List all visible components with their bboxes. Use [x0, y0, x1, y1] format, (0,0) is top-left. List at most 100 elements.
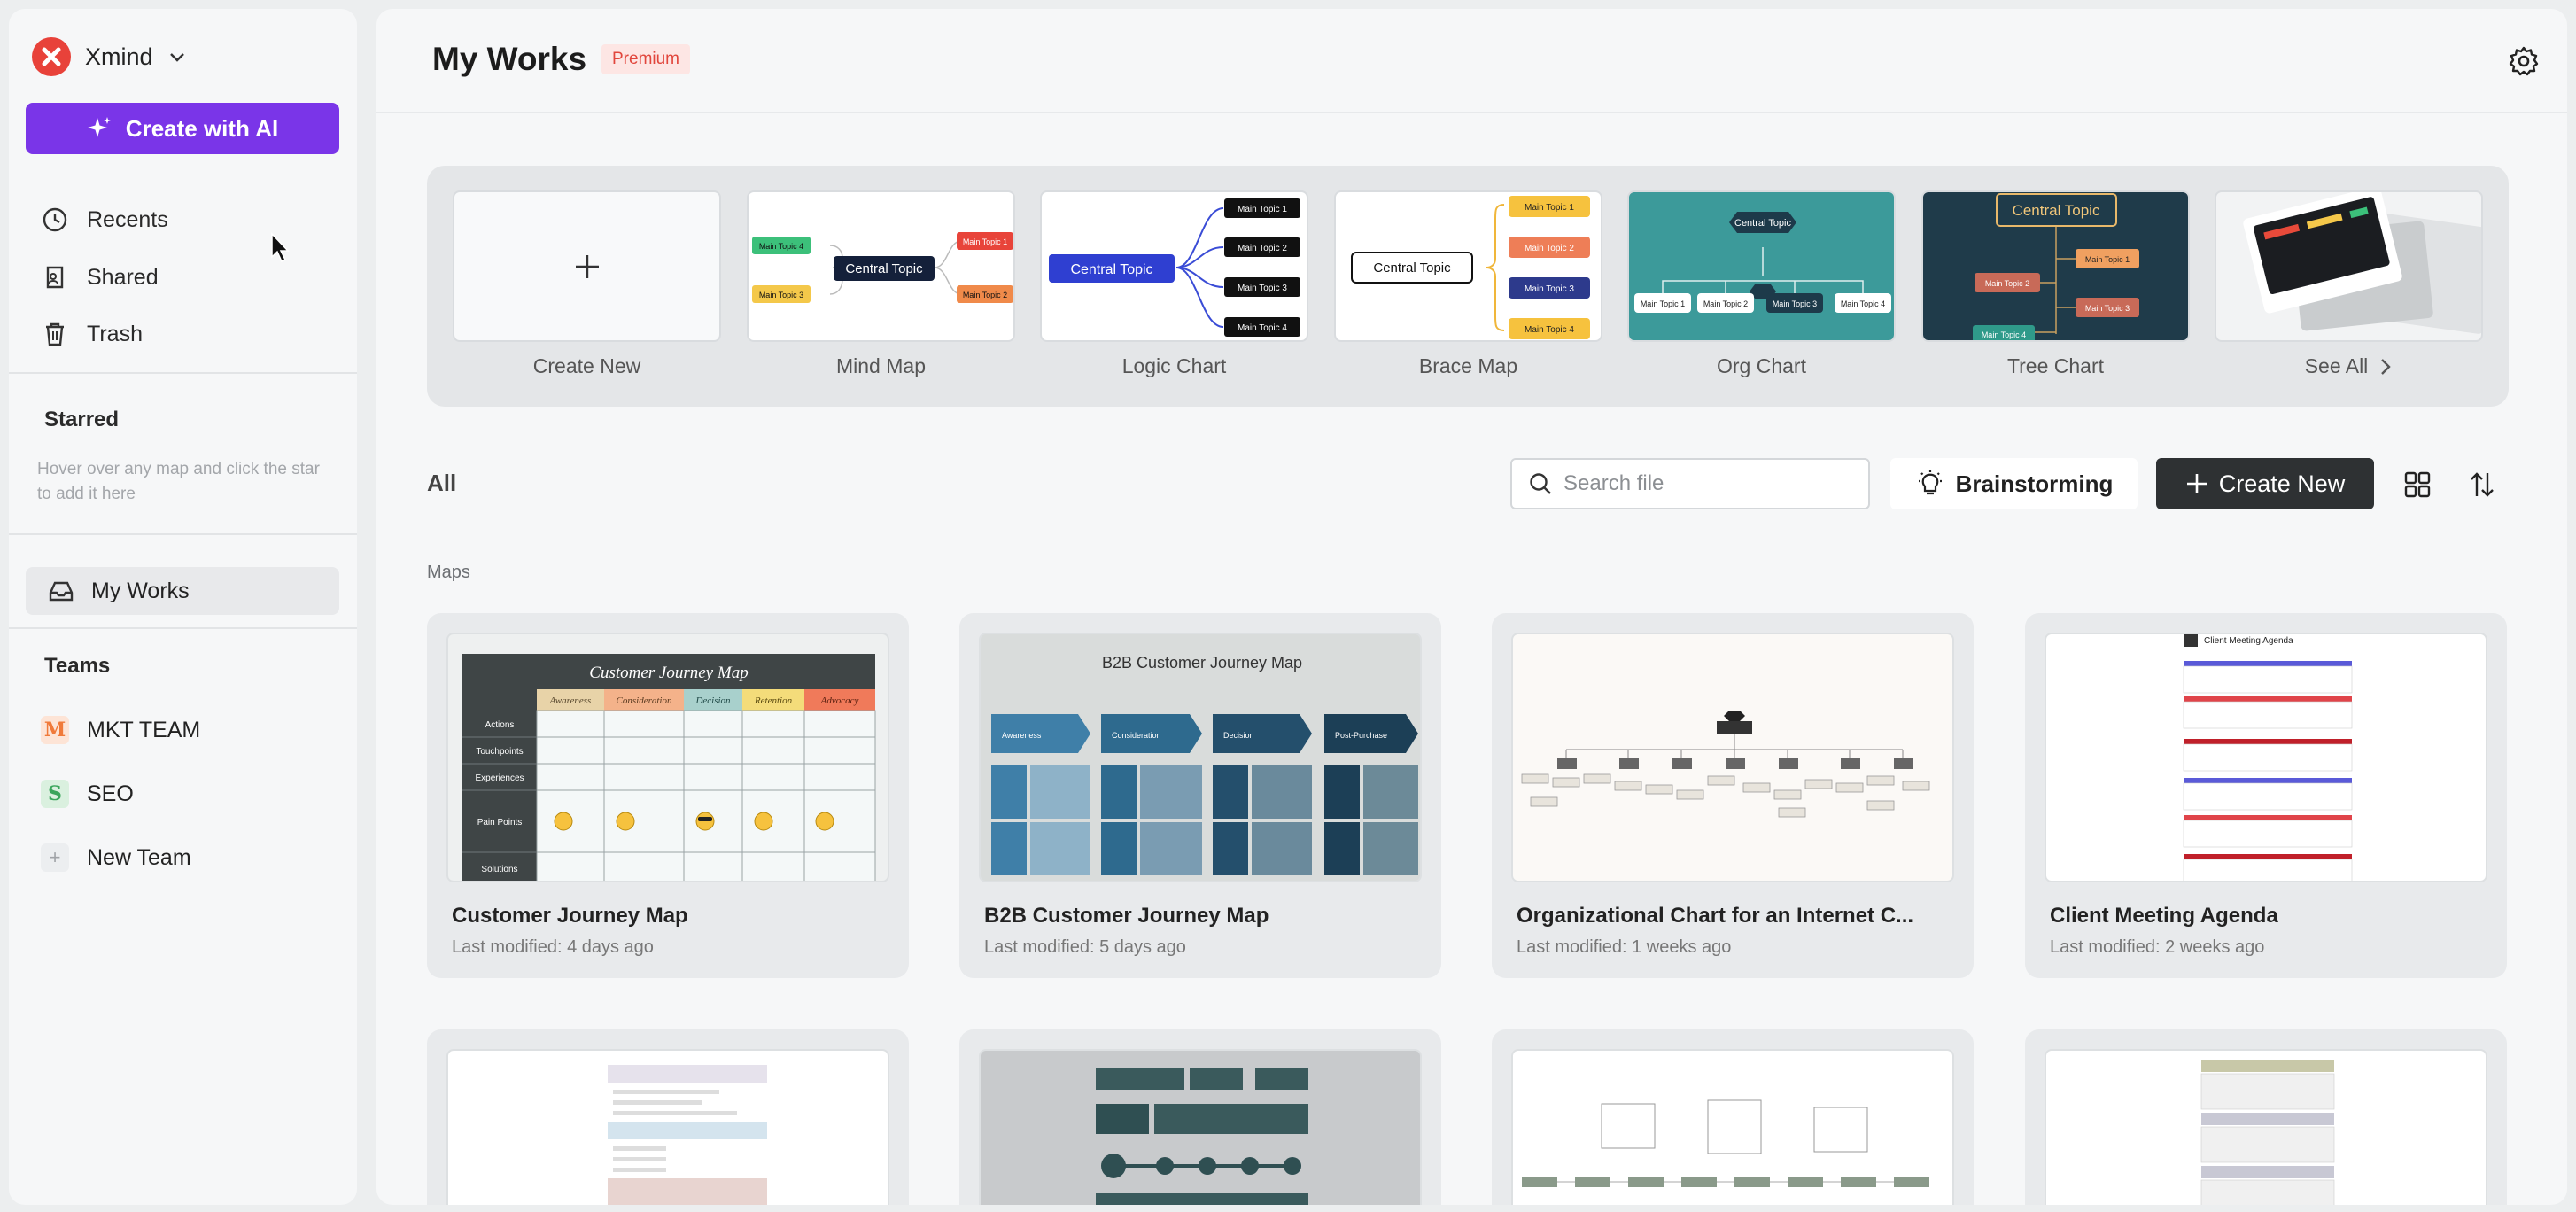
- file-card[interactable]: [2025, 1029, 2507, 1205]
- file-card[interactable]: [959, 1029, 1441, 1205]
- tree-node-4: Main Topic 4: [1982, 330, 2026, 339]
- sidebar: Xmind Create with AI Recents Shared Tras…: [9, 9, 357, 1205]
- mind-central-node: Central Topic: [845, 261, 923, 276]
- template-label: Create New: [532, 354, 641, 377]
- plus-icon: [575, 254, 599, 278]
- see-all-link[interactable]: See All: [2215, 354, 2483, 378]
- template-brace-map[interactable]: Central Topic Main Topic 1 Main Topic 2 …: [1334, 190, 1602, 378]
- template-org-chart[interactable]: Central Topic Main Topic 1 Main Topic 2 …: [1627, 190, 1896, 378]
- brace-central-node: Central Topic: [1373, 260, 1451, 276]
- file-title: Client Meeting Agenda: [2050, 904, 2278, 928]
- sort-icon[interactable]: [2467, 470, 2497, 500]
- file-card[interactable]: [1492, 1029, 1974, 1205]
- file-thumbnail: [1511, 1049, 1954, 1205]
- sidebar-item-recents[interactable]: Recents: [41, 206, 168, 234]
- xmind-logo-icon: [32, 37, 71, 76]
- template-label: Tree Chart: [2006, 354, 2105, 377]
- template-tree-chart[interactable]: Central Topic Main Topic 1 Main Topic 2 …: [1921, 190, 2190, 378]
- logic-node-4: Main Topic 4: [1238, 323, 1287, 333]
- team-badge: M: [41, 716, 69, 744]
- template-create-new[interactable]: Create New: [453, 190, 721, 378]
- logic-node-2: Main Topic 2: [1238, 244, 1287, 253]
- stage-label: Advocacy: [820, 695, 859, 706]
- template-thumb: Main Topic 4 Main Topic 3 Central Topic …: [747, 190, 1015, 342]
- section-label-maps: Maps: [427, 563, 470, 582]
- template-logic-chart[interactable]: Central Topic Main Topic 1 Main Topic 2 …: [1040, 190, 1308, 378]
- gear-icon[interactable]: [2507, 44, 2541, 78]
- logic-node-1: Main Topic 1: [1238, 205, 1287, 214]
- sidebar-item-trash[interactable]: Trash: [41, 320, 143, 348]
- mind-map-preview: Main Topic 4 Main Topic 3 Central Topic …: [752, 232, 1013, 303]
- search-field[interactable]: [1510, 458, 1870, 509]
- logic-chart-preview: Central Topic Main Topic 1 Main Topic 2 …: [1049, 198, 1300, 337]
- row-label: Pain Points: [477, 818, 523, 827]
- new-team-button[interactable]: + New Team: [41, 843, 191, 872]
- sidebar-item-my-works[interactable]: My Works: [26, 567, 339, 615]
- file-card[interactable]: [427, 1029, 909, 1205]
- sparkle-icon: [87, 117, 111, 137]
- mind-node-2: Main Topic 2: [963, 291, 1007, 299]
- template-thumb: Central Topic Main Topic 1 Main Topic 2 …: [1040, 190, 1308, 342]
- mouse-cursor-icon: [271, 232, 290, 263]
- chevron-down-icon: [169, 53, 184, 62]
- brace-map-preview: Central Topic Main Topic 1 Main Topic 2 …: [1351, 196, 1590, 339]
- thumb-title: Customer Journey Map: [589, 664, 748, 682]
- template-mind-map[interactable]: Main Topic 4 Main Topic 3 Central Topic …: [747, 190, 1015, 378]
- template-label: Brace Map: [1418, 354, 1518, 377]
- premium-badge: Premium: [601, 44, 691, 74]
- file-title: B2B Customer Journey Map: [984, 904, 1269, 928]
- file-thumbnail: Client Meeting Agenda: [2045, 633, 2487, 882]
- stage-label: Consideration: [1112, 731, 1161, 740]
- template-label: Mind Map: [836, 354, 926, 377]
- file-preview: [1522, 1099, 1929, 1187]
- file-modified: Last modified: 4 days ago: [452, 937, 654, 957]
- template-gallery: Create New Main Topic 4 Main Topic 3 Cen…: [427, 166, 2509, 407]
- stage-label: Consideration: [617, 695, 672, 706]
- file-card[interactable]: Customer Journey Map Awareness Considera…: [427, 613, 909, 978]
- team-label: MKT TEAM: [87, 717, 201, 742]
- tree-node-3: Main Topic 3: [2085, 304, 2130, 313]
- brainstorming-button[interactable]: Brainstorming: [1890, 458, 2138, 509]
- team-label: SEO: [87, 781, 134, 806]
- sidebar-item-label: My Works: [91, 578, 190, 603]
- starred-title: Starred: [44, 408, 120, 431]
- file-card[interactable]: B2B Customer Journey Map Awareness Consi…: [959, 613, 1441, 978]
- file-modified: Last modified: 1 weeks ago: [1517, 937, 1732, 957]
- logic-central-node: Central Topic: [1070, 262, 1152, 277]
- sidebar-item-shared[interactable]: Shared: [41, 263, 159, 291]
- logic-node-3: Main Topic 3: [1238, 284, 1287, 293]
- workspace-switcher[interactable]: Xmind: [32, 37, 187, 76]
- shared-icon: [46, 266, 64, 289]
- org-central-node: Central Topic: [1734, 218, 1791, 229]
- team-item-mkt[interactable]: M MKT TEAM: [41, 716, 200, 744]
- brace-node-1: Main Topic 1: [1525, 203, 1574, 213]
- tree-node-2: Main Topic 2: [1985, 279, 2029, 288]
- team-label: New Team: [87, 844, 191, 870]
- org-node-1: Main Topic 1: [1641, 299, 1685, 308]
- org-chart-file-preview: [1521, 711, 1930, 818]
- sidebar-divider: [9, 372, 357, 374]
- page-title: My Works: [432, 41, 587, 77]
- template-label: Org Chart: [1717, 354, 1806, 377]
- plus-icon: +: [41, 843, 69, 872]
- row-label: Experiences: [475, 773, 524, 783]
- team-item-seo[interactable]: S SEO: [41, 780, 134, 808]
- search-input[interactable]: [1563, 471, 1856, 496]
- b2b-journey-preview: B2B Customer Journey Map Awareness Consi…: [991, 654, 1418, 875]
- create-with-ai-button[interactable]: Create with AI: [26, 103, 339, 154]
- create-new-button[interactable]: Create New: [2156, 458, 2374, 509]
- file-title: Customer Journey Map: [452, 904, 688, 928]
- sidebar-divider: [9, 627, 357, 629]
- stage-label: Awareness: [1002, 731, 1042, 740]
- file-preview: [2200, 1060, 2335, 1205]
- org-node-2: Main Topic 2: [1703, 299, 1748, 308]
- template-thumb: Central Topic Main Topic 1 Main Topic 2 …: [1921, 190, 2190, 342]
- starred-hint: Hover over any map and click the star to…: [37, 460, 320, 503]
- tree-chart-preview: Central Topic Main Topic 1 Main Topic 2 …: [1973, 193, 2139, 340]
- template-see-all[interactable]: See All: [2215, 190, 2483, 378]
- grid-view-icon[interactable]: [2402, 470, 2432, 500]
- page-header: My Works Premium: [376, 9, 2567, 113]
- file-modified: Last modified: 2 weeks ago: [2050, 937, 2265, 957]
- file-card[interactable]: Client Meeting Agenda Client Meeting Age…: [2025, 613, 2507, 978]
- file-card[interactable]: Organizational Chart for an Internet C..…: [1492, 613, 1974, 978]
